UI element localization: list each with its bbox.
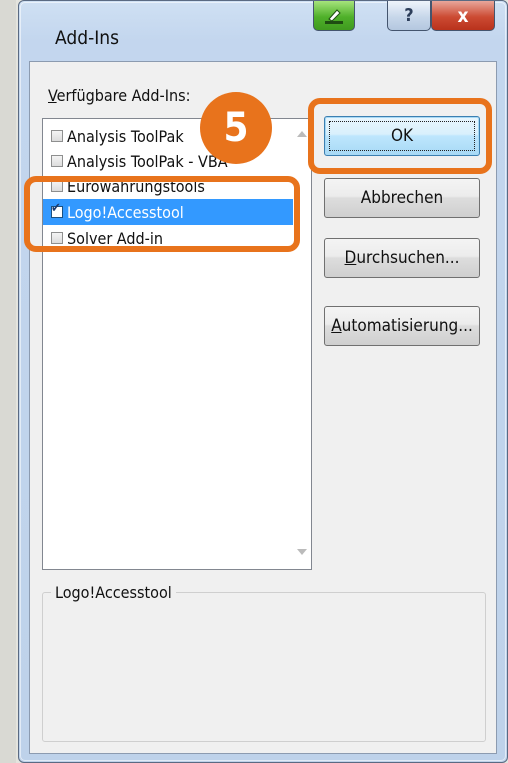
browse-accelerator: D	[344, 248, 357, 268]
description-group-label: Logo!Accesstool	[51, 583, 176, 602]
focus-rectangle	[329, 121, 475, 151]
checkmark-icon: ✔	[51, 201, 61, 216]
close-icon: x	[457, 4, 469, 27]
checkbox-solver-addin[interactable]	[51, 232, 63, 244]
close-button[interactable]: x	[431, 1, 495, 31]
dialog-title: Add-Ins	[55, 27, 120, 49]
ok-button[interactable]: OK	[324, 116, 480, 156]
scroll-up-icon[interactable]	[297, 131, 307, 137]
list-item-label: Analysis ToolPak - VBA	[67, 151, 228, 171]
list-item-label: Eurowährungstools	[67, 176, 205, 196]
background-strip	[0, 0, 16, 763]
scroll-down-icon[interactable]	[297, 549, 307, 555]
browse-button[interactable]: Durchsuchen...	[324, 238, 480, 278]
step-number-badge: 5	[200, 92, 272, 164]
pen-tool-button[interactable]	[313, 1, 355, 31]
checkbox-eurowaehrungstools[interactable]	[51, 180, 63, 192]
available-addins-label: Verfügbare Add-Ins:	[48, 86, 191, 105]
cancel-button-label: Abbrechen	[360, 188, 444, 208]
list-item-solver-addin[interactable]: Solver Add-in	[43, 225, 293, 251]
addins-listbox[interactable]: Analysis ToolPak Analysis ToolPak - VBA …	[42, 118, 312, 570]
help-icon: ?	[404, 5, 414, 26]
checkbox-analysis-toolpak-vba[interactable]	[51, 155, 63, 167]
dialog-client-area: Verfügbare Add-Ins: Analysis ToolPak Ana…	[29, 61, 497, 754]
cancel-button[interactable]: Abbrechen	[324, 178, 480, 218]
available-addins-label-text: erfügbare Add-Ins:	[56, 86, 191, 105]
help-button[interactable]: ?	[387, 1, 431, 31]
description-group: Logo!Accesstool	[42, 583, 486, 742]
list-item-label: Analysis ToolPak	[67, 126, 184, 146]
list-scrollbar[interactable]	[293, 119, 311, 569]
list-item-eurowaehrungstools[interactable]: Eurowährungstools	[43, 173, 293, 199]
checkbox-logo-accesstool[interactable]: ✔	[51, 202, 63, 218]
list-item-label: Logo!Accesstool	[67, 202, 184, 222]
list-item-label: Solver Add-in	[67, 228, 163, 248]
automation-accelerator: A	[331, 316, 342, 336]
browse-button-label: urchsuchen...	[356, 248, 460, 268]
list-item-logo-accesstool[interactable]: ✔ Logo!Accesstool	[43, 199, 293, 225]
checkbox-analysis-toolpak[interactable]	[51, 130, 63, 142]
pen-icon	[325, 8, 343, 24]
automation-button[interactable]: Automatisierung...	[324, 306, 480, 346]
automation-button-label: utomatisierung...	[341, 316, 473, 336]
